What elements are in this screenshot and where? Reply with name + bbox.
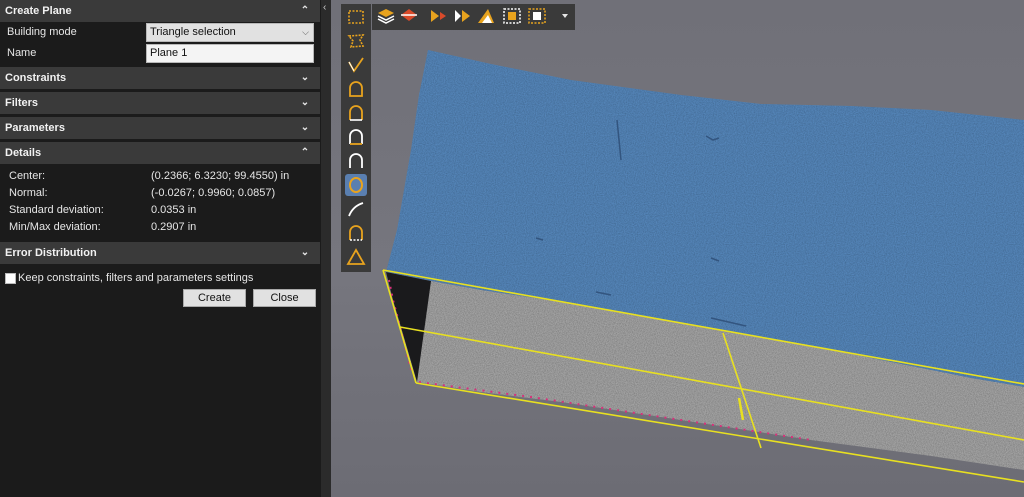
collapse-panel-icon[interactable]: ‹ [323, 2, 326, 13]
create-button[interactable]: Create [183, 289, 246, 307]
mirror-icon[interactable] [399, 7, 419, 25]
expand-chevron-icon[interactable]: ⌄ [299, 242, 311, 264]
lasso-select-icon[interactable] [345, 30, 367, 52]
building-mode-row: Building mode Triangle selection ⌵ [0, 22, 320, 42]
normal-label: Normal: [9, 187, 48, 199]
building-mode-value: Triangle selection [150, 26, 236, 38]
panel-title: Create Plane [5, 5, 72, 17]
arch-tool-3-icon[interactable] [345, 126, 367, 148]
select-all-icon[interactable] [502, 7, 522, 25]
constraints-label: Constraints [5, 72, 67, 84]
create-plane-header[interactable]: Create Plane ⌃ [0, 0, 320, 22]
layers-icon[interactable] [376, 7, 396, 25]
details-label: Details [5, 147, 42, 159]
error-distribution-label: Error Distribution [5, 247, 97, 259]
arch-dashed-icon[interactable] [345, 222, 367, 244]
3d-viewport[interactable] [331, 0, 1024, 497]
std-deviation-label: Standard deviation: [9, 204, 104, 216]
keep-settings-label: Keep constraints, filters and parameters… [18, 272, 254, 284]
parameters-label: Parameters [5, 122, 65, 134]
chevron-down-icon: ⌵ [302, 27, 309, 37]
create-plane-panel: Create Plane ⌃ Building mode Triangle se… [0, 0, 321, 497]
triangle-icon[interactable] [345, 246, 367, 268]
dropdown-icon[interactable] [555, 7, 575, 25]
circle-select-icon [349, 177, 363, 193]
shrink-selection-icon[interactable] [452, 7, 472, 25]
expand-chevron-icon[interactable]: ⌄ [299, 117, 311, 139]
name-row: Name Plane 1 [0, 43, 320, 63]
center-value: (0.2366; 6.3230; 99.4550) in [151, 170, 290, 182]
name-label: Name [7, 47, 37, 59]
error-distribution-header[interactable]: Error Distribution ⌄ [0, 242, 320, 264]
constraints-header[interactable]: Constraints ⌄ [0, 67, 320, 89]
arc-line-icon[interactable] [345, 198, 367, 220]
minmax-deviation-label: Min/Max deviation: [9, 221, 101, 233]
keep-settings-checkbox[interactable] [5, 273, 16, 284]
building-mode-select[interactable]: Triangle selection ⌵ [146, 23, 314, 42]
normal-value: (-0.0267; 0.9960; 0.0857) [151, 187, 276, 199]
expand-chevron-icon[interactable]: ⌄ [299, 92, 311, 114]
grow-selection-icon[interactable] [428, 7, 448, 25]
deselect-icon[interactable] [527, 7, 547, 25]
polyline-select-icon[interactable] [345, 54, 367, 76]
invert-selection-icon[interactable] [476, 7, 496, 25]
minmax-deviation-value: 0.2907 in [151, 221, 197, 233]
center-label: Center: [9, 170, 46, 182]
arch-tool-2-icon[interactable] [345, 102, 367, 124]
expand-chevron-icon[interactable]: ⌄ [299, 67, 311, 89]
collapse-chevron-icon[interactable]: ⌃ [299, 0, 311, 22]
name-input[interactable]: Plane 1 [146, 44, 314, 63]
collapse-chevron-icon[interactable]: ⌃ [299, 142, 311, 164]
building-mode-label: Building mode [7, 26, 77, 38]
parameters-header[interactable]: Parameters ⌄ [0, 117, 320, 139]
arch-tool-icon[interactable] [345, 78, 367, 100]
filters-label: Filters [5, 97, 39, 109]
filters-header[interactable]: Filters ⌄ [0, 92, 320, 114]
circle-select-button[interactable] [345, 174, 367, 196]
close-button[interactable]: Close [253, 289, 316, 307]
arch-outline-icon[interactable] [345, 150, 367, 172]
panel-splitter[interactable]: ‹ [321, 0, 331, 497]
scan-model [382, 50, 1024, 483]
rectangle-select-icon[interactable] [345, 6, 367, 28]
std-deviation-value: 0.0353 in [151, 204, 197, 216]
details-header[interactable]: Details ⌃ [0, 142, 320, 164]
